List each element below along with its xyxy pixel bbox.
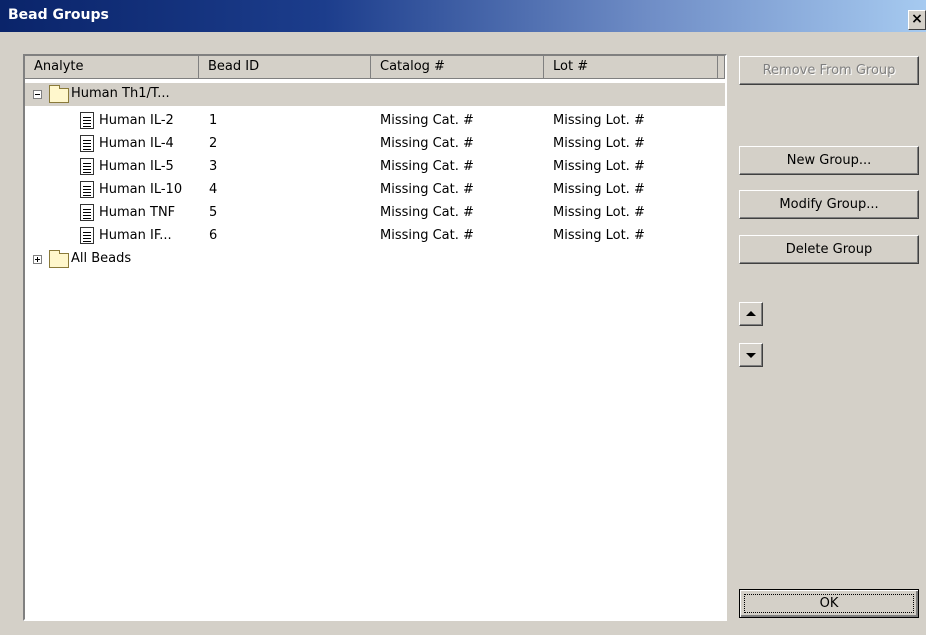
bead-id-cell: 1 — [209, 113, 218, 128]
catalog-cell: Missing Cat. # — [380, 182, 474, 197]
column-header-bead-id[interactable]: Bead ID — [199, 56, 371, 79]
lot-cell: Missing Lot. # — [553, 159, 645, 174]
document-icon — [80, 181, 94, 198]
folder-icon — [49, 85, 69, 103]
triangle-down-icon — [746, 353, 756, 358]
close-button[interactable]: × — [908, 10, 926, 30]
triangle-up-icon — [746, 311, 756, 316]
document-icon — [80, 204, 94, 221]
analyte-cell: Human TNF — [99, 205, 176, 220]
analyte-cell: Human IL-10 — [99, 182, 183, 197]
lot-cell: Missing Lot. # — [553, 113, 645, 128]
lot-cell: Missing Lot. # — [553, 205, 645, 220]
focus-rect — [744, 594, 914, 613]
delete-group-button[interactable]: Delete Group — [739, 235, 919, 264]
lot-cell: Missing Lot. # — [553, 182, 645, 197]
analyte-cell: Human IL-5 — [99, 159, 174, 174]
expand-icon[interactable] — [33, 255, 42, 264]
move-up-button[interactable] — [739, 302, 763, 326]
table-row[interactable]: Human IL-2 1 Missing Cat. # Missing Lot.… — [25, 110, 725, 133]
analyte-cell: Human IL-4 — [99, 136, 174, 151]
modify-group-button[interactable]: Modify Group... — [739, 190, 919, 219]
table-row[interactable]: Human TNF 5 Missing Cat. # Missing Lot. … — [25, 202, 725, 225]
catalog-cell: Missing Cat. # — [380, 159, 474, 174]
column-header-analyte[interactable]: Analyte — [25, 56, 199, 79]
group-row-human-th1[interactable]: Human Th1/T... — [25, 83, 725, 106]
document-icon — [80, 112, 94, 129]
lot-cell: Missing Lot. # — [553, 228, 645, 243]
analyte-cell: Human IL-2 — [99, 113, 174, 128]
table-row[interactable]: Human IL-4 2 Missing Cat. # Missing Lot.… — [25, 133, 725, 156]
group-row-all-beads[interactable]: All Beads — [25, 248, 725, 271]
close-icon: × — [911, 11, 923, 27]
lot-cell: Missing Lot. # — [553, 136, 645, 151]
catalog-cell: Missing Cat. # — [380, 228, 474, 243]
document-icon — [80, 158, 94, 175]
column-header-filler — [718, 56, 725, 79]
group-label: All Beads — [71, 251, 132, 266]
folder-icon — [49, 250, 69, 268]
window-title: Bead Groups — [8, 7, 109, 23]
analyte-cell: Human IF... — [99, 228, 172, 243]
ok-button[interactable]: OK — [739, 589, 919, 618]
catalog-cell: Missing Cat. # — [380, 113, 474, 128]
remove-from-group-button[interactable]: Remove From Group — [739, 56, 919, 85]
column-header-catalog[interactable]: Catalog # — [371, 56, 544, 79]
table-row[interactable]: Human IL-5 3 Missing Cat. # Missing Lot.… — [25, 156, 725, 179]
table-row[interactable]: Human IL-10 4 Missing Cat. # Missing Lot… — [25, 179, 725, 202]
catalog-cell: Missing Cat. # — [380, 136, 474, 151]
document-icon — [80, 227, 94, 244]
bead-id-cell: 2 — [209, 136, 218, 151]
move-down-button[interactable] — [739, 343, 763, 367]
bead-groups-list[interactable]: Analyte Bead ID Catalog # Lot # Human Th… — [23, 54, 727, 621]
catalog-cell: Missing Cat. # — [380, 205, 474, 220]
title-bar: Bead Groups × — [0, 0, 926, 32]
table-row[interactable]: Human IF... 6 Missing Cat. # Missing Lot… — [25, 225, 725, 248]
document-icon — [80, 135, 94, 152]
bead-id-cell: 3 — [209, 159, 218, 174]
bead-id-cell: 4 — [209, 182, 218, 197]
bead-id-cell: 5 — [209, 205, 218, 220]
group-label: Human Th1/T... — [71, 86, 170, 101]
new-group-button[interactable]: New Group... — [739, 146, 919, 175]
bead-id-cell: 6 — [209, 228, 218, 243]
collapse-icon[interactable] — [33, 90, 42, 99]
column-header-lot[interactable]: Lot # — [544, 56, 718, 79]
